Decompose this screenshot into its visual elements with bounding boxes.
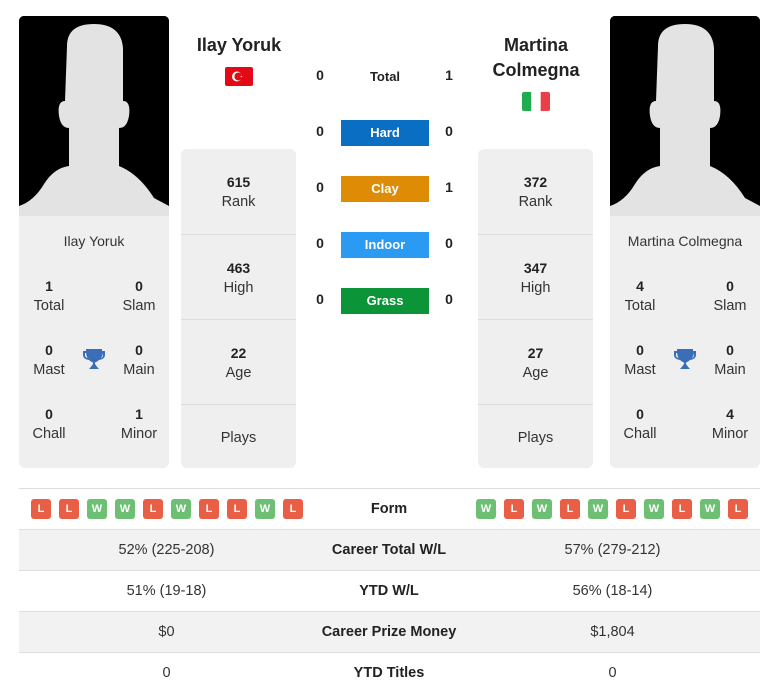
h2h-grass-p2: 0: [445, 291, 453, 307]
player1-chall-titles: 0 Chall: [32, 406, 66, 442]
player1-age: 22 Age: [181, 319, 296, 404]
form-win-badge[interactable]: W: [255, 499, 275, 519]
ytd-wl-label: YTD W/L: [359, 583, 419, 599]
h2h-total-p1: 0: [316, 67, 324, 83]
surface-clay-button[interactable]: Clay: [341, 176, 429, 202]
form-win-badge[interactable]: W: [476, 499, 496, 519]
player1-career-wl: 52% (225-208): [118, 542, 215, 558]
player1-ytd-wl: 51% (19-18): [126, 583, 207, 599]
form-win-badge[interactable]: W: [115, 499, 135, 519]
form-loss-badge[interactable]: L: [560, 499, 580, 519]
player2-age: 27 Age: [478, 319, 593, 404]
player2-ytd-titles: 0: [608, 665, 617, 681]
form-loss-badge[interactable]: L: [504, 499, 524, 519]
player2-ytd-wl: 56% (18-14): [572, 583, 653, 599]
prize-money-label: Career Prize Money: [321, 624, 457, 640]
player2-form: WLWLWLWLWL: [476, 499, 748, 519]
form-loss-badge[interactable]: L: [31, 499, 51, 519]
player1-minor-titles: 1 Minor: [120, 406, 158, 442]
player1-mast-titles: 0 Mast: [33, 342, 65, 378]
player2-card: Martina Colmegna 4 Total 0 Slam 0 Mast 0…: [610, 216, 760, 468]
silhouette-icon: [610, 16, 760, 216]
player1-plays: Plays: [181, 404, 296, 468]
player1-total-titles: 1 Total: [33, 278, 65, 314]
player1-card-name: Ilay Yoruk: [63, 233, 125, 249]
player2-header-name[interactable]: Martina Colmegna: [471, 33, 601, 83]
form-loss-badge[interactable]: L: [143, 499, 163, 519]
form-win-badge[interactable]: W: [171, 499, 191, 519]
player2-photo: [610, 16, 760, 216]
player1-prize-money: $0: [158, 624, 175, 640]
player1-main-titles: 0 Main: [123, 342, 155, 378]
h2h-clay-p1: 0: [316, 179, 324, 195]
h2h-hard-p2: 0: [445, 123, 453, 139]
form-win-badge[interactable]: W: [87, 499, 107, 519]
player2-main-titles: 0 Main: [714, 342, 746, 378]
h2h-grass-p1: 0: [316, 291, 324, 307]
player2-mast-titles: 0 Mast: [624, 342, 656, 378]
player2-slam-titles: 0 Slam: [713, 278, 747, 314]
surface-grass-button[interactable]: Grass: [341, 288, 429, 314]
italy-flag-icon: [522, 92, 550, 111]
h2h-hard-p1: 0: [316, 123, 324, 139]
form-win-badge[interactable]: W: [644, 499, 664, 519]
form-win-badge[interactable]: W: [700, 499, 720, 519]
ytd-wl-row: 51% (19-18) YTD W/L 56% (18-14): [19, 570, 760, 611]
player2-career-wl: 57% (279-212): [564, 542, 661, 558]
silhouette-icon: [19, 16, 169, 216]
comparison-table: LLWWLWLLWL Form WLWLWLWLWL 52% (225-208)…: [19, 488, 760, 699]
ytd-titles-row: 0 YTD Titles 0: [19, 652, 760, 693]
form-win-badge[interactable]: W: [532, 499, 552, 519]
player2-total-titles: 4 Total: [624, 278, 656, 314]
turkey-flag-icon: [225, 67, 253, 86]
h2h-total-p2: 1: [445, 67, 453, 83]
form-loss-badge[interactable]: L: [227, 499, 247, 519]
player2-prize-money: $1,804: [590, 624, 635, 640]
career-wl-label: Career Total W/L: [331, 542, 447, 558]
player1-stats: 615 Rank 463 High 22 Age Plays: [181, 149, 296, 468]
trophy-icon: [81, 346, 107, 372]
player2-rank: 372 Rank: [518, 174, 553, 210]
h2h-indoor-p2: 0: [445, 235, 453, 251]
h2h-indoor-p1: 0: [316, 235, 324, 251]
h2h-total-label: Total: [369, 69, 401, 84]
career-wl-row: 52% (225-208) Career Total W/L 57% (279-…: [19, 529, 760, 570]
player2-high: 347 High: [478, 234, 593, 319]
form-win-badge[interactable]: W: [588, 499, 608, 519]
player1-photo: [19, 16, 169, 216]
player1-rank: 615 Rank: [221, 174, 256, 210]
prize-money-row: $0 Career Prize Money $1,804: [19, 611, 760, 652]
ytd-titles-label: YTD Titles: [353, 665, 425, 681]
player1-form: LLWWLWLLWL: [31, 499, 303, 519]
form-loss-badge[interactable]: L: [616, 499, 636, 519]
form-loss-badge[interactable]: L: [672, 499, 692, 519]
player1-card: Ilay Yoruk 1 Total 0 Slam 0 Mast 0 Main …: [19, 216, 169, 468]
player1-slam-titles: 0 Slam: [122, 278, 156, 314]
form-loss-badge[interactable]: L: [728, 499, 748, 519]
form-label: Form: [370, 501, 408, 517]
form-loss-badge[interactable]: L: [199, 499, 219, 519]
player2-card-name: Martina Colmegna: [627, 233, 743, 249]
surface-indoor-button[interactable]: Indoor: [341, 232, 429, 258]
player2-chall-titles: 0 Chall: [623, 406, 657, 442]
h2h-clay-p2: 1: [445, 179, 453, 195]
form-row: LLWWLWLLWL Form WLWLWLWLWL: [19, 488, 760, 529]
player1-header-name[interactable]: Ilay Yoruk: [174, 33, 304, 58]
player2-stats: 372 Rank 347 High 27 Age Plays: [478, 149, 593, 468]
form-loss-badge[interactable]: L: [59, 499, 79, 519]
surface-hard-button[interactable]: Hard: [341, 120, 429, 146]
player2-plays: Plays: [478, 404, 593, 468]
player1-ytd-titles: 0: [162, 665, 171, 681]
player2-minor-titles: 4 Minor: [711, 406, 749, 442]
player1-high: 463 High: [181, 234, 296, 319]
trophy-icon: [672, 346, 698, 372]
